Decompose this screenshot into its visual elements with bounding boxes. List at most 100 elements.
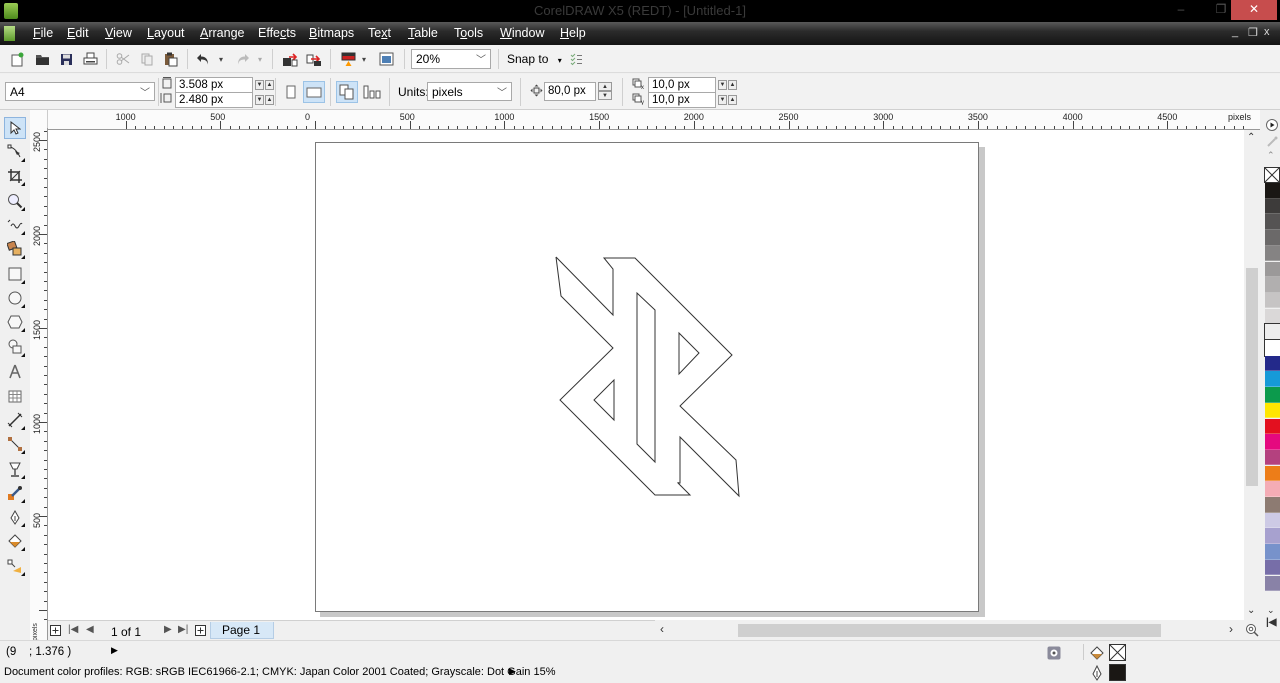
zoom-navigator-icon[interactable] xyxy=(1245,623,1259,637)
next-page-icon[interactable]: ▶ xyxy=(164,624,172,635)
menu-edit[interactable]: Edit xyxy=(67,26,89,40)
color-swatch[interactable] xyxy=(1265,559,1280,576)
basic-shapes-tool[interactable] xyxy=(4,336,26,358)
fill-tool[interactable] xyxy=(4,530,26,552)
application-launcher-button[interactable] xyxy=(337,48,359,70)
page-tab[interactable]: Page 1 xyxy=(210,622,274,639)
smart-fill-tool[interactable] xyxy=(4,238,26,260)
vertical-ruler[interactable]: 2500 2000 1500 1000 500 xyxy=(30,128,48,640)
paste-button[interactable] xyxy=(160,48,182,70)
logo-left-triangle[interactable] xyxy=(593,378,615,422)
print-button[interactable] xyxy=(79,48,101,70)
doc-minimize-button[interactable]: _ xyxy=(1232,26,1238,38)
nudge-decrement[interactable]: ▼ xyxy=(598,91,612,100)
pick-tool[interactable] xyxy=(4,117,26,139)
logo-drawing[interactable] xyxy=(540,245,760,505)
last-page-icon[interactable]: ▶| xyxy=(178,624,188,635)
color-swatch[interactable] xyxy=(1265,355,1280,372)
logo-center-bar[interactable] xyxy=(636,291,656,464)
table-tool[interactable] xyxy=(4,385,26,407)
horizontal-ruler[interactable]: 1000 500 0 500 1000 1500 2000 2500 3000 3500 4000 4… xyxy=(48,110,1260,130)
ruler-origin-corner[interactable] xyxy=(30,110,48,130)
text-tool[interactable] xyxy=(4,360,26,382)
color-swatch[interactable] xyxy=(1265,434,1280,450)
menu-effects[interactable]: Effects xyxy=(258,26,296,40)
color-swatch[interactable] xyxy=(1265,418,1280,434)
fill-color-indicator[interactable] xyxy=(1109,644,1126,661)
doc-close-button[interactable]: x xyxy=(1264,26,1270,38)
color-swatch[interactable] xyxy=(1265,214,1280,230)
page-height-increment[interactable]: ▲ xyxy=(265,95,274,105)
vertical-scroll-thumb[interactable] xyxy=(1246,268,1258,486)
snap-to-button[interactable]: Snap to ▾ xyxy=(507,52,562,66)
units-combo[interactable]: pixels ﹀ xyxy=(427,82,512,101)
close-button[interactable]: ✕ xyxy=(1231,0,1277,20)
rectangle-tool[interactable] xyxy=(4,263,26,285)
color-swatch[interactable] xyxy=(1265,387,1280,403)
color-swatch[interactable] xyxy=(1265,371,1280,387)
ellipse-tool[interactable] xyxy=(4,287,26,309)
shape-tool[interactable] xyxy=(4,141,26,163)
menu-bitmaps[interactable]: Bitmaps xyxy=(309,26,354,40)
doc-restore-button[interactable]: ❐ xyxy=(1248,26,1258,39)
palette-scroll-up-icon[interactable]: ⌃ xyxy=(1267,150,1275,161)
menu-tools[interactable]: Tools xyxy=(454,26,483,40)
page-width-decrement[interactable]: ▼ xyxy=(255,80,264,90)
all-pages-button[interactable] xyxy=(336,81,358,103)
import-button[interactable] xyxy=(279,48,301,70)
document-icon[interactable] xyxy=(4,26,15,41)
new-button[interactable] xyxy=(6,48,28,70)
menu-view[interactable]: View xyxy=(105,26,132,40)
connector-tool[interactable] xyxy=(4,433,26,455)
page-height-field[interactable]: 2.480 px xyxy=(175,92,253,108)
color-profiles-expand-icon[interactable]: ▶ xyxy=(509,666,516,677)
portrait-button[interactable] xyxy=(280,81,302,103)
color-swatch[interactable] xyxy=(1265,230,1280,246)
scroll-down-icon[interactable]: ⌄ xyxy=(1247,605,1255,616)
color-swatch[interactable] xyxy=(1265,449,1280,466)
save-button[interactable] xyxy=(55,48,77,70)
add-page-after-button[interactable] xyxy=(195,625,206,636)
color-swatch[interactable] xyxy=(1264,323,1280,341)
duplicate-y-decrement[interactable]: ▼ xyxy=(718,95,727,105)
previous-page-icon[interactable]: ◀ xyxy=(86,624,94,635)
menu-file[interactable]: File xyxy=(33,26,53,40)
color-swatch[interactable] xyxy=(1265,198,1280,215)
zoom-level-combo[interactable]: 20% ﹀ xyxy=(411,49,491,69)
palette-scroll-down-icon[interactable]: ⌄ xyxy=(1267,605,1275,616)
color-swatch[interactable] xyxy=(1265,575,1280,591)
scroll-left-icon[interactable]: ‹ xyxy=(660,622,664,636)
color-swatch[interactable] xyxy=(1264,339,1280,357)
menu-arrange[interactable]: Arrange xyxy=(200,26,244,40)
logo-right-triangle[interactable] xyxy=(678,331,700,376)
zoom-tool[interactable] xyxy=(4,190,26,212)
menu-layout[interactable]: Layout xyxy=(147,26,185,40)
duplicate-x-field[interactable]: 10,0 px xyxy=(648,77,716,93)
current-page-button[interactable] xyxy=(361,81,383,103)
crop-tool[interactable] xyxy=(4,165,26,187)
color-swatch[interactable] xyxy=(1265,402,1280,419)
horizontal-scrollbar[interactable]: ‹ › xyxy=(655,622,1244,638)
open-button[interactable] xyxy=(31,48,53,70)
color-swatch[interactable] xyxy=(1265,465,1280,482)
interactive-fill-tool[interactable] xyxy=(4,555,26,577)
menu-text[interactable]: Text xyxy=(368,26,391,40)
page-width-increment[interactable]: ▲ xyxy=(265,80,274,90)
undo-dropdown-icon[interactable]: ▾ xyxy=(219,55,223,64)
copy-button[interactable] xyxy=(136,48,158,70)
options-button[interactable] xyxy=(565,48,587,70)
add-page-before-button[interactable] xyxy=(50,625,61,636)
export-button[interactable] xyxy=(303,48,325,70)
redo-button[interactable] xyxy=(231,48,253,70)
menu-window[interactable]: Window xyxy=(500,26,544,40)
color-swatch[interactable] xyxy=(1265,512,1280,529)
color-swatch[interactable] xyxy=(1265,528,1280,544)
freehand-tool[interactable] xyxy=(4,214,26,236)
vertical-scrollbar[interactable]: ⌃ ⌄ xyxy=(1244,130,1260,620)
duplicate-y-field[interactable]: 10,0 px xyxy=(648,92,716,108)
nudge-distance-field[interactable]: 80,0 px xyxy=(544,82,596,101)
color-swatch[interactable] xyxy=(1265,245,1280,262)
blend-tool[interactable] xyxy=(4,458,26,480)
duplicate-x-decrement[interactable]: ▼ xyxy=(718,80,727,90)
redo-dropdown-icon[interactable]: ▾ xyxy=(258,55,262,64)
